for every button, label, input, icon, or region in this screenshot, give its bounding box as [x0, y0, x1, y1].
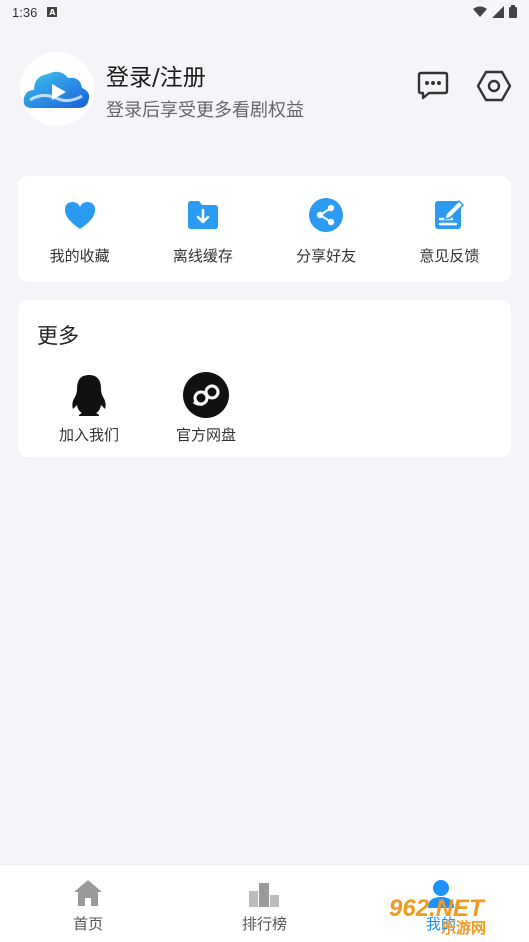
more-card: 更多 加入我们 官方网盘 [18, 300, 511, 457]
heart-icon [64, 202, 95, 229]
feedback-label: 意见反馈 [419, 247, 480, 265]
favorites-item[interactable]: 我的收藏 [18, 176, 141, 282]
share-icon [309, 198, 344, 232]
signal-icon [492, 5, 504, 18]
offline-cache-label: 离线缓存 [172, 247, 233, 265]
avatar[interactable] [20, 52, 94, 126]
notification-icon: A [47, 7, 58, 17]
tab-home-label: 首页 [73, 915, 104, 933]
feedback-item[interactable]: 意见反馈 [388, 176, 511, 282]
official-cloud-label: 官方网盘 [175, 426, 236, 444]
tab-ranking[interactable]: 排行榜 [176, 865, 352, 942]
more-title: 更多 [37, 324, 79, 348]
join-us-item[interactable]: 加入我们 [39, 372, 139, 445]
message-button[interactable] [416, 68, 450, 102]
official-cloud-item[interactable]: 官方网盘 [156, 372, 256, 445]
quick-actions-card: 我的收藏 离线缓存 分享好友 意见反馈 [18, 176, 511, 282]
watermark-logo: 962.NET 乐游网 [389, 895, 486, 936]
feedback-icon [435, 199, 465, 229]
tab-ranking-label: 排行榜 [241, 915, 287, 933]
join-us-label: 加入我们 [58, 426, 119, 444]
share-friends-item[interactable]: 分享好友 [265, 176, 388, 282]
login-register-title[interactable]: 登录/注册 [106, 58, 206, 92]
message-icon [417, 71, 449, 100]
wifi-icon [473, 6, 487, 17]
app-logo-icon [23, 71, 90, 108]
watermark-subtext: 乐游网 [441, 919, 486, 936]
site-watermark: 962.NET 乐游网 [385, 892, 523, 936]
battery-icon [509, 5, 517, 18]
share-friends-label: 分享好友 [296, 247, 357, 265]
settings-hexagon-icon [476, 70, 512, 102]
favorites-label: 我的收藏 [49, 247, 110, 265]
settings-button[interactable] [476, 68, 512, 104]
status-time: 1:36 [12, 4, 38, 20]
watermark-text: 962.NET [389, 895, 486, 922]
qq-penguin-icon [72, 375, 106, 416]
ranking-icon [249, 883, 280, 907]
profile-header[interactable]: 登录/注册 登录后享受更多看剧权益 [20, 52, 512, 128]
status-bar: 1:36 A [0, 0, 529, 24]
status-icons [473, 5, 517, 18]
login-subtitle: 登录后享受更多看剧权益 [106, 100, 304, 121]
home-icon [74, 880, 103, 906]
tab-home[interactable]: 首页 [0, 865, 176, 942]
cloud-disk-icon [183, 372, 229, 418]
offline-cache-item[interactable]: 离线缓存 [141, 176, 264, 282]
download-folder-icon [187, 201, 218, 229]
